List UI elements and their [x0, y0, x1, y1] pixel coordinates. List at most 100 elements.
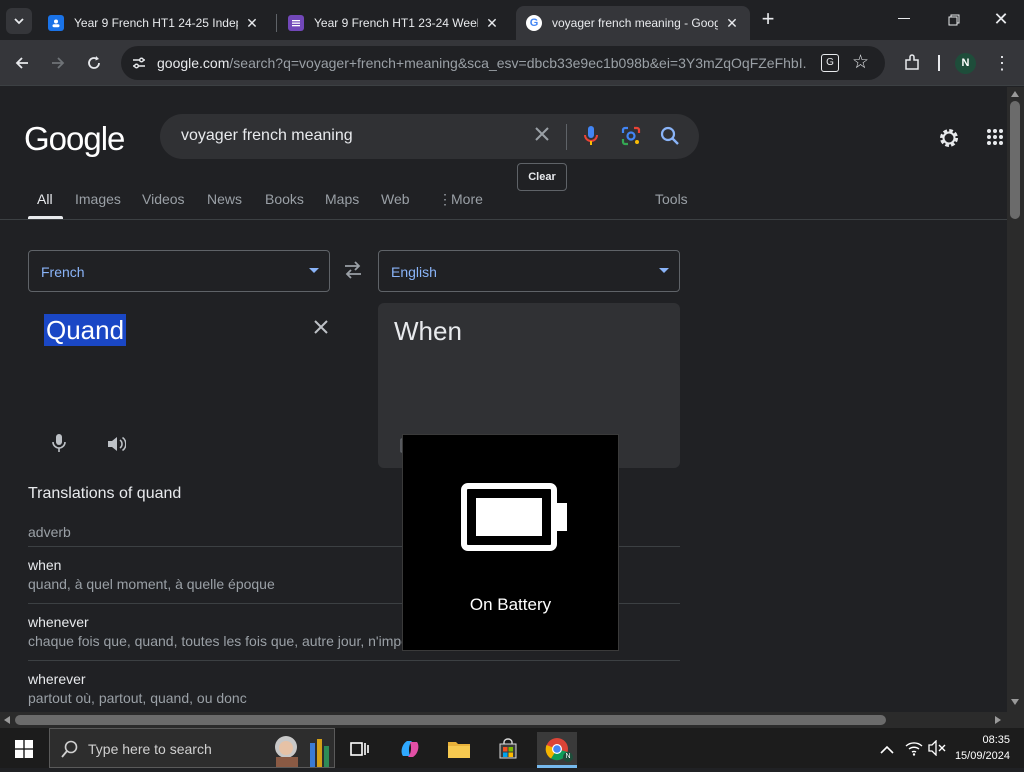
- search-box[interactable]: voyager french meaning: [160, 114, 699, 159]
- tab-search-button[interactable]: [6, 8, 32, 34]
- scrollbar-corner: [1007, 712, 1024, 728]
- search-input[interactable]: voyager french meaning: [181, 127, 353, 145]
- close-tab-icon[interactable]: ✕: [484, 15, 500, 32]
- source-text[interactable]: Quand: [44, 314, 127, 346]
- vertical-scroll-thumb[interactable]: [1010, 101, 1020, 219]
- system-clock[interactable]: 08:35 15/09/2024: [955, 732, 1010, 764]
- translation-word[interactable]: when: [28, 557, 61, 573]
- network-icon[interactable]: [905, 740, 923, 761]
- microsoft-store-icon[interactable]: [488, 732, 528, 766]
- tools-button[interactable]: Tools: [655, 191, 688, 207]
- translation-word[interactable]: whenever: [28, 614, 89, 630]
- scroll-down-arrow-icon[interactable]: [1011, 699, 1019, 705]
- listen-source-icon[interactable]: [106, 435, 127, 458]
- part-of-speech: adverb: [28, 524, 71, 540]
- tab-maps[interactable]: Maps: [325, 191, 359, 207]
- translate-page-icon[interactable]: G: [821, 54, 839, 72]
- forward-icon[interactable]: [45, 50, 71, 76]
- settings-gear-icon[interactable]: [937, 126, 961, 155]
- google-logo[interactable]: Google: [24, 120, 125, 158]
- tab-news[interactable]: News: [207, 191, 242, 207]
- file-explorer-icon[interactable]: [439, 732, 479, 766]
- search-nav-tabs: All Images Videos News Books Maps Web ⋮ …: [0, 185, 1007, 220]
- menu-kebab-icon[interactable]: ⋮: [989, 50, 1015, 76]
- tab-more[interactable]: More: [451, 191, 483, 207]
- close-tab-icon[interactable]: ✕: [244, 15, 260, 32]
- translation-synonyms: partout où, partout, quand, ou donc: [28, 690, 247, 706]
- volume-muted-icon[interactable]: [928, 739, 946, 761]
- chrome-profile-badge: N: [563, 752, 573, 762]
- tab-images[interactable]: Images: [75, 191, 121, 207]
- google-apps-icon[interactable]: [986, 128, 1004, 151]
- horizontal-scroll-thumb[interactable]: [15, 715, 886, 725]
- new-tab-icon[interactable]: +: [758, 8, 778, 32]
- translations-heading: Translations of quand: [28, 485, 182, 502]
- divider: [28, 660, 680, 661]
- translation-synonyms: quand, à quel moment, à quelle époque: [28, 576, 275, 592]
- task-view-icon[interactable]: [340, 732, 380, 766]
- translation-word[interactable]: wherever: [28, 671, 86, 687]
- search-divider: [566, 124, 567, 150]
- search-highlight-illustration: [270, 731, 334, 767]
- vertical-scrollbar[interactable]: [1007, 87, 1024, 712]
- voice-search-icon[interactable]: [583, 125, 599, 152]
- battery-flyout: On Battery: [402, 434, 619, 651]
- close-tab-icon[interactable]: ✕: [724, 15, 740, 32]
- chevron-down-icon: [14, 18, 24, 25]
- back-icon[interactable]: [9, 50, 35, 76]
- show-hidden-icons-chevron-up-icon[interactable]: [880, 742, 894, 760]
- source-language-select[interactable]: French: [28, 250, 330, 292]
- url-path: /search?q=voyager+french+meaning&sca_esv…: [229, 55, 807, 71]
- target-language-label: English: [391, 264, 437, 280]
- active-tab-underline: [28, 216, 63, 219]
- profile-avatar[interactable]: N: [955, 53, 976, 74]
- tab-3-active[interactable]: G voyager french meaning - Goog ✕: [516, 6, 750, 40]
- google-icon: G: [526, 15, 542, 31]
- windows-start-icon[interactable]: [15, 740, 33, 763]
- tab-all[interactable]: All: [37, 191, 53, 207]
- extensions-icon[interactable]: [899, 50, 925, 76]
- address-bar[interactable]: google.com/search?q=voyager+french+meani…: [121, 46, 885, 80]
- swap-languages-icon[interactable]: [343, 261, 363, 284]
- taskbar-search-box[interactable]: Type here to search: [49, 728, 335, 768]
- tab-3-title: voyager french meaning - Goog: [552, 16, 718, 30]
- tab-web[interactable]: Web: [381, 191, 410, 207]
- tab-separator: [276, 14, 277, 32]
- scroll-right-arrow-icon[interactable]: [995, 716, 1001, 724]
- tab-2[interactable]: Year 9 French HT1 23-24 Week 1 ✕: [278, 6, 510, 40]
- copilot-icon[interactable]: [390, 732, 430, 766]
- more-dots-icon[interactable]: ⋮: [438, 191, 452, 208]
- minimize-icon[interactable]: [898, 18, 910, 19]
- restore-icon[interactable]: [948, 13, 960, 26]
- url-text[interactable]: google.com/search?q=voyager+french+meani…: [157, 55, 807, 71]
- close-window-icon[interactable]: ✕: [992, 9, 1010, 29]
- battery-icon: [461, 483, 571, 558]
- dropdown-caret-icon: [659, 268, 669, 273]
- search-icon: [61, 740, 79, 763]
- chrome-taskbar-icon[interactable]: N: [537, 732, 577, 766]
- taskbar-search-placeholder: Type here to search: [88, 741, 212, 757]
- scroll-left-arrow-icon[interactable]: [4, 716, 10, 724]
- classroom-icon: [48, 15, 64, 31]
- scroll-up-arrow-icon[interactable]: [1011, 91, 1019, 97]
- tab-2-title: Year 9 French HT1 23-24 Week 1: [314, 16, 478, 30]
- toolbar-divider: [938, 55, 940, 71]
- dropdown-caret-icon: [309, 268, 319, 273]
- clock-time: 08:35: [982, 734, 1010, 746]
- tab-books[interactable]: Books: [265, 191, 304, 207]
- clear-source-icon[interactable]: [313, 319, 329, 340]
- lens-search-icon[interactable]: [621, 126, 641, 151]
- tab-1[interactable]: Year 9 French HT1 24-25 Indeper ✕: [38, 6, 270, 40]
- target-language-select[interactable]: English: [378, 250, 680, 292]
- browser-toolbar: google.com/search?q=voyager+french+meani…: [0, 40, 1024, 86]
- site-info-icon[interactable]: [131, 55, 147, 76]
- search-submit-icon[interactable]: [660, 126, 680, 151]
- source-text-area[interactable]: Quand: [28, 303, 330, 468]
- bookmark-star-icon[interactable]: ☆: [852, 51, 869, 74]
- horizontal-scrollbar[interactable]: [0, 712, 1007, 728]
- tab-videos[interactable]: Videos: [142, 191, 185, 207]
- clear-search-icon[interactable]: [533, 125, 551, 148]
- microphone-icon[interactable]: [52, 433, 66, 458]
- source-language-label: French: [41, 264, 85, 280]
- reload-icon[interactable]: [81, 50, 107, 76]
